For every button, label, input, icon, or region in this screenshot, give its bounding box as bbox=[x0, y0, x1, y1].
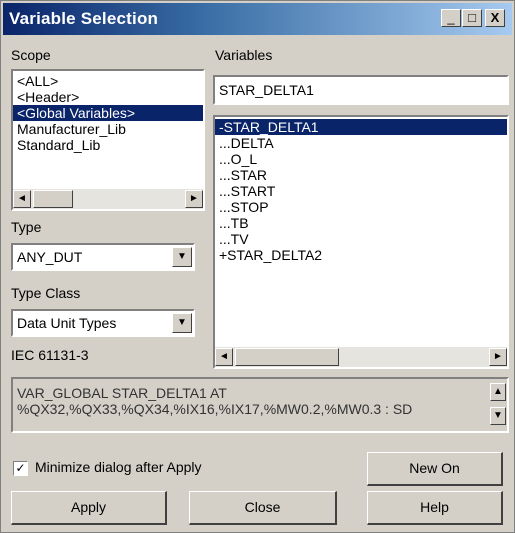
help-button[interactable]: Help bbox=[367, 491, 503, 525]
scope-list-item[interactable]: <ALL> bbox=[13, 73, 203, 89]
type-label: Type bbox=[11, 219, 42, 235]
close-label: Close bbox=[244, 499, 281, 515]
type-class-label: Type Class bbox=[11, 285, 81, 301]
type-combobox[interactable]: ANY_DUT ▼ bbox=[11, 243, 195, 271]
title-bar[interactable]: Variable Selection _ □ X bbox=[3, 3, 512, 35]
variables-list-item[interactable]: ...TB bbox=[215, 215, 507, 231]
maximize-button[interactable]: □ bbox=[462, 9, 482, 27]
arrow-right-icon: ► bbox=[189, 193, 199, 204]
type-class-combobox[interactable]: Data Unit Types ▼ bbox=[11, 309, 195, 337]
arrow-left-icon: ◄ bbox=[17, 193, 27, 204]
close-icon: X bbox=[490, 10, 500, 25]
arrow-left-icon: ◄ bbox=[219, 351, 229, 362]
scroll-down-button[interactable]: ▼ bbox=[490, 407, 506, 425]
variables-label: Variables bbox=[215, 47, 273, 63]
scroll-up-button[interactable]: ▲ bbox=[490, 383, 506, 401]
scope-label: Scope bbox=[11, 47, 51, 63]
variables-scroll-thumb[interactable] bbox=[235, 348, 339, 366]
variables-list-item[interactable]: -STAR_DELTA1 bbox=[215, 119, 507, 135]
type-class-dropdown-button[interactable]: ▼ bbox=[172, 313, 192, 333]
arrow-right-icon: ► bbox=[493, 351, 503, 362]
close-button[interactable]: Close bbox=[189, 491, 337, 525]
checkmark-icon: ✓ bbox=[15, 461, 26, 475]
variables-list-item[interactable]: ...TV bbox=[215, 231, 507, 247]
apply-label: Apply bbox=[70, 499, 107, 515]
scroll-left-button[interactable]: ◄ bbox=[215, 348, 233, 366]
apply-button[interactable]: Apply bbox=[11, 491, 167, 525]
arrow-down-icon: ▼ bbox=[493, 410, 503, 421]
declaration-textarea[interactable]: VAR_GLOBAL STAR_DELTA1 AT %QX32,%QX33,%Q… bbox=[11, 377, 509, 433]
scroll-right-button[interactable]: ► bbox=[489, 348, 507, 366]
scope-list-item[interactable]: <Header> bbox=[13, 89, 203, 105]
scope-hscrollbar[interactable]: ◄ ► bbox=[13, 189, 203, 209]
variables-list-item[interactable]: ...DELTA bbox=[215, 135, 507, 151]
arrow-up-icon: ▲ bbox=[493, 386, 503, 397]
close-window-button[interactable]: X bbox=[485, 9, 505, 27]
maximize-icon: □ bbox=[468, 10, 476, 25]
chevron-down-icon: ▼ bbox=[177, 317, 187, 328]
scope-scroll-thumb[interactable] bbox=[33, 190, 73, 208]
scope-list-item[interactable]: Manufacturer_Lib bbox=[13, 121, 203, 137]
declaration-line-2: %QX32,%QX33,%QX34,%IX16,%IX17,%MW0.2,%MW… bbox=[17, 401, 413, 417]
variables-listbox[interactable]: -STAR_DELTA1 ...DELTA ...O_L ...STAR ...STAR… bbox=[213, 115, 509, 369]
type-value: ANY_DUT bbox=[17, 249, 83, 265]
new-on-label: New On bbox=[409, 460, 460, 476]
variables-list: -STAR_DELTA1 ...DELTA ...O_L ...STAR ...STAR… bbox=[215, 117, 507, 263]
variable-selection-dialog: Variable Selection _ □ X Scope <ALL> <Hea… bbox=[0, 0, 515, 533]
variable-name-value: STAR_DELTA1 bbox=[219, 82, 314, 98]
scope-listbox[interactable]: <ALL> <Header> <Global Variables> Manufactu… bbox=[11, 69, 205, 211]
type-dropdown-button[interactable]: ▼ bbox=[172, 247, 192, 267]
help-label: Help bbox=[420, 499, 449, 515]
type-class-value: Data Unit Types bbox=[17, 315, 117, 331]
new-on-button[interactable]: New On bbox=[367, 452, 503, 486]
minimize-button[interactable]: _ bbox=[441, 9, 461, 27]
scope-list-item[interactable]: Standard_Lib bbox=[13, 137, 203, 153]
minimize-checkbox[interactable]: ✓ bbox=[13, 461, 28, 476]
minimize-checkbox-label[interactable]: Minimize dialog after Apply bbox=[35, 459, 202, 475]
chevron-down-icon: ▼ bbox=[177, 251, 187, 262]
scope-list: <ALL> <Header> <Global Variables> Manufactu… bbox=[13, 71, 203, 153]
variables-list-item[interactable]: ...O_L bbox=[215, 151, 507, 167]
variables-list-item[interactable]: ...STOP bbox=[215, 199, 507, 215]
scroll-right-button[interactable]: ► bbox=[185, 190, 203, 208]
variables-list-item[interactable]: +STAR_DELTA2 bbox=[215, 247, 507, 263]
minimize-icon: _ bbox=[447, 10, 455, 25]
dialog-title: Variable Selection bbox=[9, 9, 159, 28]
variables-hscrollbar[interactable]: ◄ ► bbox=[215, 347, 507, 367]
declaration-line-1: VAR_GLOBAL STAR_DELTA1 AT bbox=[17, 385, 227, 401]
variables-list-item[interactable]: ...START bbox=[215, 183, 507, 199]
scope-list-item[interactable]: <Global Variables> bbox=[13, 105, 203, 121]
variable-name-input[interactable]: STAR_DELTA1 bbox=[213, 75, 509, 105]
scroll-left-button[interactable]: ◄ bbox=[13, 190, 31, 208]
iec-standard-label: IEC 61131-3 bbox=[11, 347, 89, 363]
variables-list-item[interactable]: ...STAR bbox=[215, 167, 507, 183]
declaration-text: VAR_GLOBAL STAR_DELTA1 AT %QX32,%QX33,%Q… bbox=[17, 385, 412, 417]
